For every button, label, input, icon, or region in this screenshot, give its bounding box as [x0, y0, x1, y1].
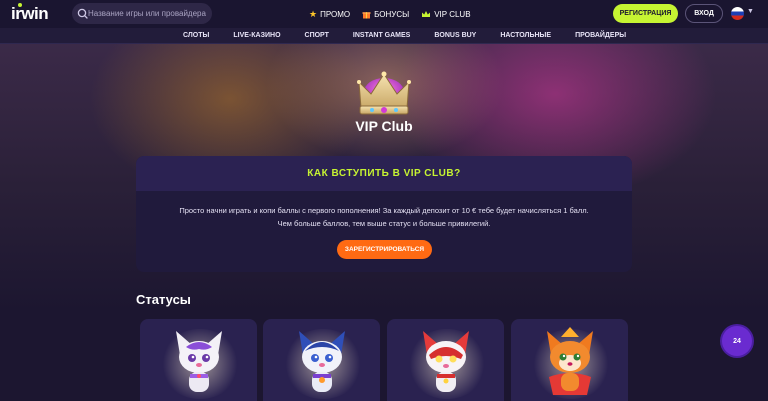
red-cat-mascot-icon: [423, 331, 469, 392]
nav-promo-label: ПРОМО: [320, 9, 351, 19]
status-card[interactable]: [387, 319, 504, 401]
status-card[interactable]: [263, 319, 380, 401]
star-icon: ★: [309, 8, 318, 19]
category-instant-games[interactable]: INSTANT GAMES: [341, 28, 422, 43]
category-table-games[interactable]: НАСТОЛЬНЫЕ: [488, 28, 563, 43]
support-chat-button[interactable]: 24: [722, 326, 752, 356]
join-text-line2: Чем больше баллов, тем выше статус и бол…: [277, 219, 491, 228]
join-vip-card: КАК ВСТУПИТЬ В VIP CLUB? Просто начни иг…: [136, 156, 632, 272]
category-slots[interactable]: СЛОТЫ: [171, 28, 221, 43]
white-cat-mascot-icon: [176, 331, 222, 392]
category-live-casino[interactable]: LIVE-КАЗИНО: [221, 28, 292, 43]
nav-bonuses[interactable]: БОНУСЫ: [362, 8, 409, 20]
search-input[interactable]: [88, 3, 208, 24]
category-nav: СЛОТЫ LIVE-КАЗИНО СПОРТ INSTANT GAMES BO…: [0, 28, 768, 44]
support-24-label: 24: [733, 337, 741, 345]
search-bar[interactable]: [72, 3, 212, 24]
nav-promo[interactable]: ★ ПРОМО: [309, 8, 350, 20]
vip-club-title: VIP Club: [355, 118, 413, 134]
nav-vip-club-label: VIP CLUB: [434, 9, 471, 19]
chevron-down-icon[interactable]: ▼: [747, 8, 754, 15]
crown-icon: [422, 10, 431, 17]
logo-dot: [18, 3, 22, 7]
top-header: irwin ★ ПРОМО БОНУСЫ VIP CLUB РЕГ: [0, 0, 768, 28]
category-bonus-buy[interactable]: BONUS BUY: [422, 28, 488, 43]
category-providers[interactable]: ПРОВАЙДЕРЫ: [563, 28, 638, 43]
join-card-title: КАК ВСТУПИТЬ В VIP CLUB?: [307, 168, 461, 179]
vip-crown-icon: [357, 71, 411, 115]
orange-cat-mascot-icon: [547, 327, 593, 395]
nav-vip-club[interactable]: VIP CLUB: [421, 8, 471, 20]
nav-bonuses-label: БОНУСЫ: [374, 9, 410, 19]
join-card-text: Просто начни играть и копи баллы с перво…: [146, 204, 622, 230]
blue-cat-mascot-icon: [299, 331, 345, 392]
gift-icon: [362, 11, 371, 18]
status-card[interactable]: [511, 319, 628, 401]
join-register-button[interactable]: ЗАРЕГИСТРИРОВАТЬСЯ: [337, 240, 432, 259]
irwin-logo[interactable]: irwin: [11, 5, 49, 23]
ru-flag-icon[interactable]: [731, 7, 744, 20]
statuses-heading: Статусы: [136, 292, 191, 307]
top-nav: ★ ПРОМО БОНУСЫ VIP CLUB: [309, 8, 471, 20]
join-text-line1: Просто начни играть и копи баллы с перво…: [179, 206, 589, 215]
login-button[interactable]: ВХОД: [685, 4, 723, 23]
category-sport[interactable]: СПОРТ: [293, 28, 341, 43]
status-card[interactable]: [140, 319, 257, 401]
register-button[interactable]: РЕГИСТРАЦИЯ: [613, 4, 678, 23]
join-card-header: КАК ВСТУПИТЬ В VIP CLUB?: [136, 156, 632, 191]
